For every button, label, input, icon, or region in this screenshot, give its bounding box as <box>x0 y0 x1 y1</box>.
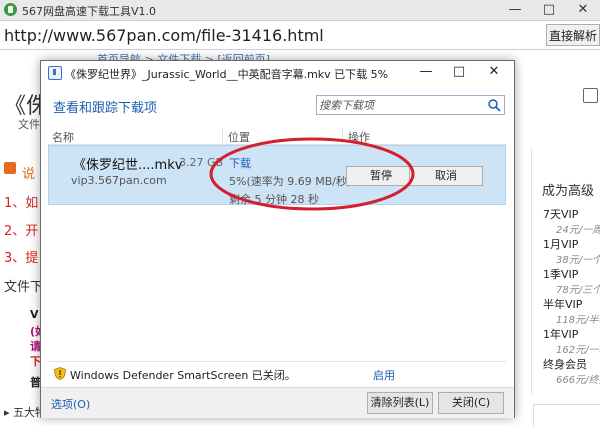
dialog-titlebar[interactable]: 《侏罗纪世界》_Jurassic_World__中英配音字幕.mkv 已下载 5… <box>41 61 514 83</box>
column-location-header[interactable]: 位置 <box>228 129 250 145</box>
download-item-row[interactable]: 《侏罗纪世....mkv 3.27 GB vip3.567pan.com 下载 … <box>48 145 506 206</box>
dialog-heading: 查看和跟踪下载项 <box>53 101 158 116</box>
vip-item-price: 78元/三个 <box>556 285 600 296</box>
download-file-host: vip3.567pan.com <box>71 174 167 187</box>
app-titlebar: 567网盘高速下载工具V1.0 — □ ✕ <box>0 0 600 21</box>
vip-item-name[interactable]: 7天VIP <box>543 206 578 222</box>
vip-item-price: 666元/终身 <box>556 375 600 386</box>
minimize-button[interactable]: — <box>498 0 532 20</box>
vip-item-name[interactable]: 1年VIP <box>543 326 578 342</box>
download-file-size: 3.27 GB <box>179 156 224 169</box>
page-instructions-heading: 说 <box>22 167 36 182</box>
close-dialog-button[interactable]: 关闭(C) <box>438 392 504 414</box>
download-icon <box>48 66 62 80</box>
search-input[interactable] <box>319 97 479 113</box>
smartscreen-text: Windows Defender SmartScreen 已关闭。 <box>70 369 296 382</box>
url-input[interactable] <box>2 24 544 46</box>
cancel-button[interactable]: 取消 <box>409 166 483 186</box>
app-title: 567网盘高速下载工具V1.0 <box>22 5 157 18</box>
page-download-heading: 文件下 <box>4 280 44 295</box>
column-name-header[interactable]: 名称 <box>52 129 74 145</box>
vip-item-price: 24元/一周 <box>556 225 600 236</box>
app-logo-icon <box>4 3 17 16</box>
download-manager-dialog: 《侏罗纪世界》_Jurassic_World__中英配音字幕.mkv 已下载 5… <box>40 60 515 418</box>
page-side-box <box>533 404 600 426</box>
maximize-button[interactable]: □ <box>532 0 566 20</box>
close-button[interactable]: ✕ <box>566 0 600 20</box>
enable-smartscreen-link[interactable]: 启用 <box>373 367 395 383</box>
column-divider <box>222 128 223 143</box>
download-time-remaining: 剩余 5 分钟 28 秒 <box>229 193 319 206</box>
vip-panel-heading: 成为高级 <box>542 184 595 199</box>
column-header: 名称 位置 操作 <box>48 127 506 145</box>
vip-item-name[interactable]: 终身会员 <box>543 356 587 372</box>
dialog-maximize-button[interactable]: □ <box>443 61 475 83</box>
download-file-name[interactable]: 《侏罗纪世....mkv <box>73 154 182 173</box>
column-action-header[interactable]: 操作 <box>348 129 370 145</box>
page-text-fragment: V <box>30 308 39 321</box>
parse-button[interactable]: 直接解析 <box>546 24 600 46</box>
vip-item-name[interactable]: 半年VIP <box>543 296 582 312</box>
shield-icon <box>54 367 66 380</box>
dialog-title: 《侏罗纪世界》_Jurassic_World__中英配音字幕.mkv 已下载 5… <box>65 68 389 81</box>
clear-list-button[interactable]: 清除列表(L) <box>367 392 433 414</box>
page-instruction-2: 2、开 <box>4 224 39 239</box>
column-divider <box>342 128 343 143</box>
page-instruction-1: 1、如 <box>4 196 39 211</box>
vip-item-price: 162元/一年 <box>556 345 600 356</box>
search-box[interactable] <box>316 95 505 115</box>
dialog-close-button[interactable]: ✕ <box>478 61 510 83</box>
options-link[interactable]: 选项(O) <box>51 396 90 412</box>
download-status-link[interactable]: 下载 <box>229 155 251 171</box>
download-progress-text: 5%(速率为 9.69 MB/秒) <box>229 175 352 188</box>
search-icon[interactable] <box>487 98 501 112</box>
info-icon <box>4 162 16 174</box>
vip-item-name[interactable]: 1季VIP <box>543 266 578 282</box>
dialog-footer: 选项(O) 清除列表(L) 关闭(C) <box>41 387 514 418</box>
vip-item-price: 118元/半年 <box>556 315 600 326</box>
page-instruction-3: 3、提 <box>4 251 39 266</box>
page-side-icon <box>583 88 598 103</box>
vip-item-price: 38元/一个 <box>556 255 600 266</box>
vip-item-name[interactable]: 1月VIP <box>543 236 578 252</box>
dialog-minimize-button[interactable]: — <box>410 61 442 83</box>
page-file-label: 文件 <box>18 118 40 131</box>
pause-button[interactable]: 暂停 <box>346 166 416 186</box>
smartscreen-notice: Windows Defender SmartScreen 已关闭。 启用 <box>48 361 506 384</box>
